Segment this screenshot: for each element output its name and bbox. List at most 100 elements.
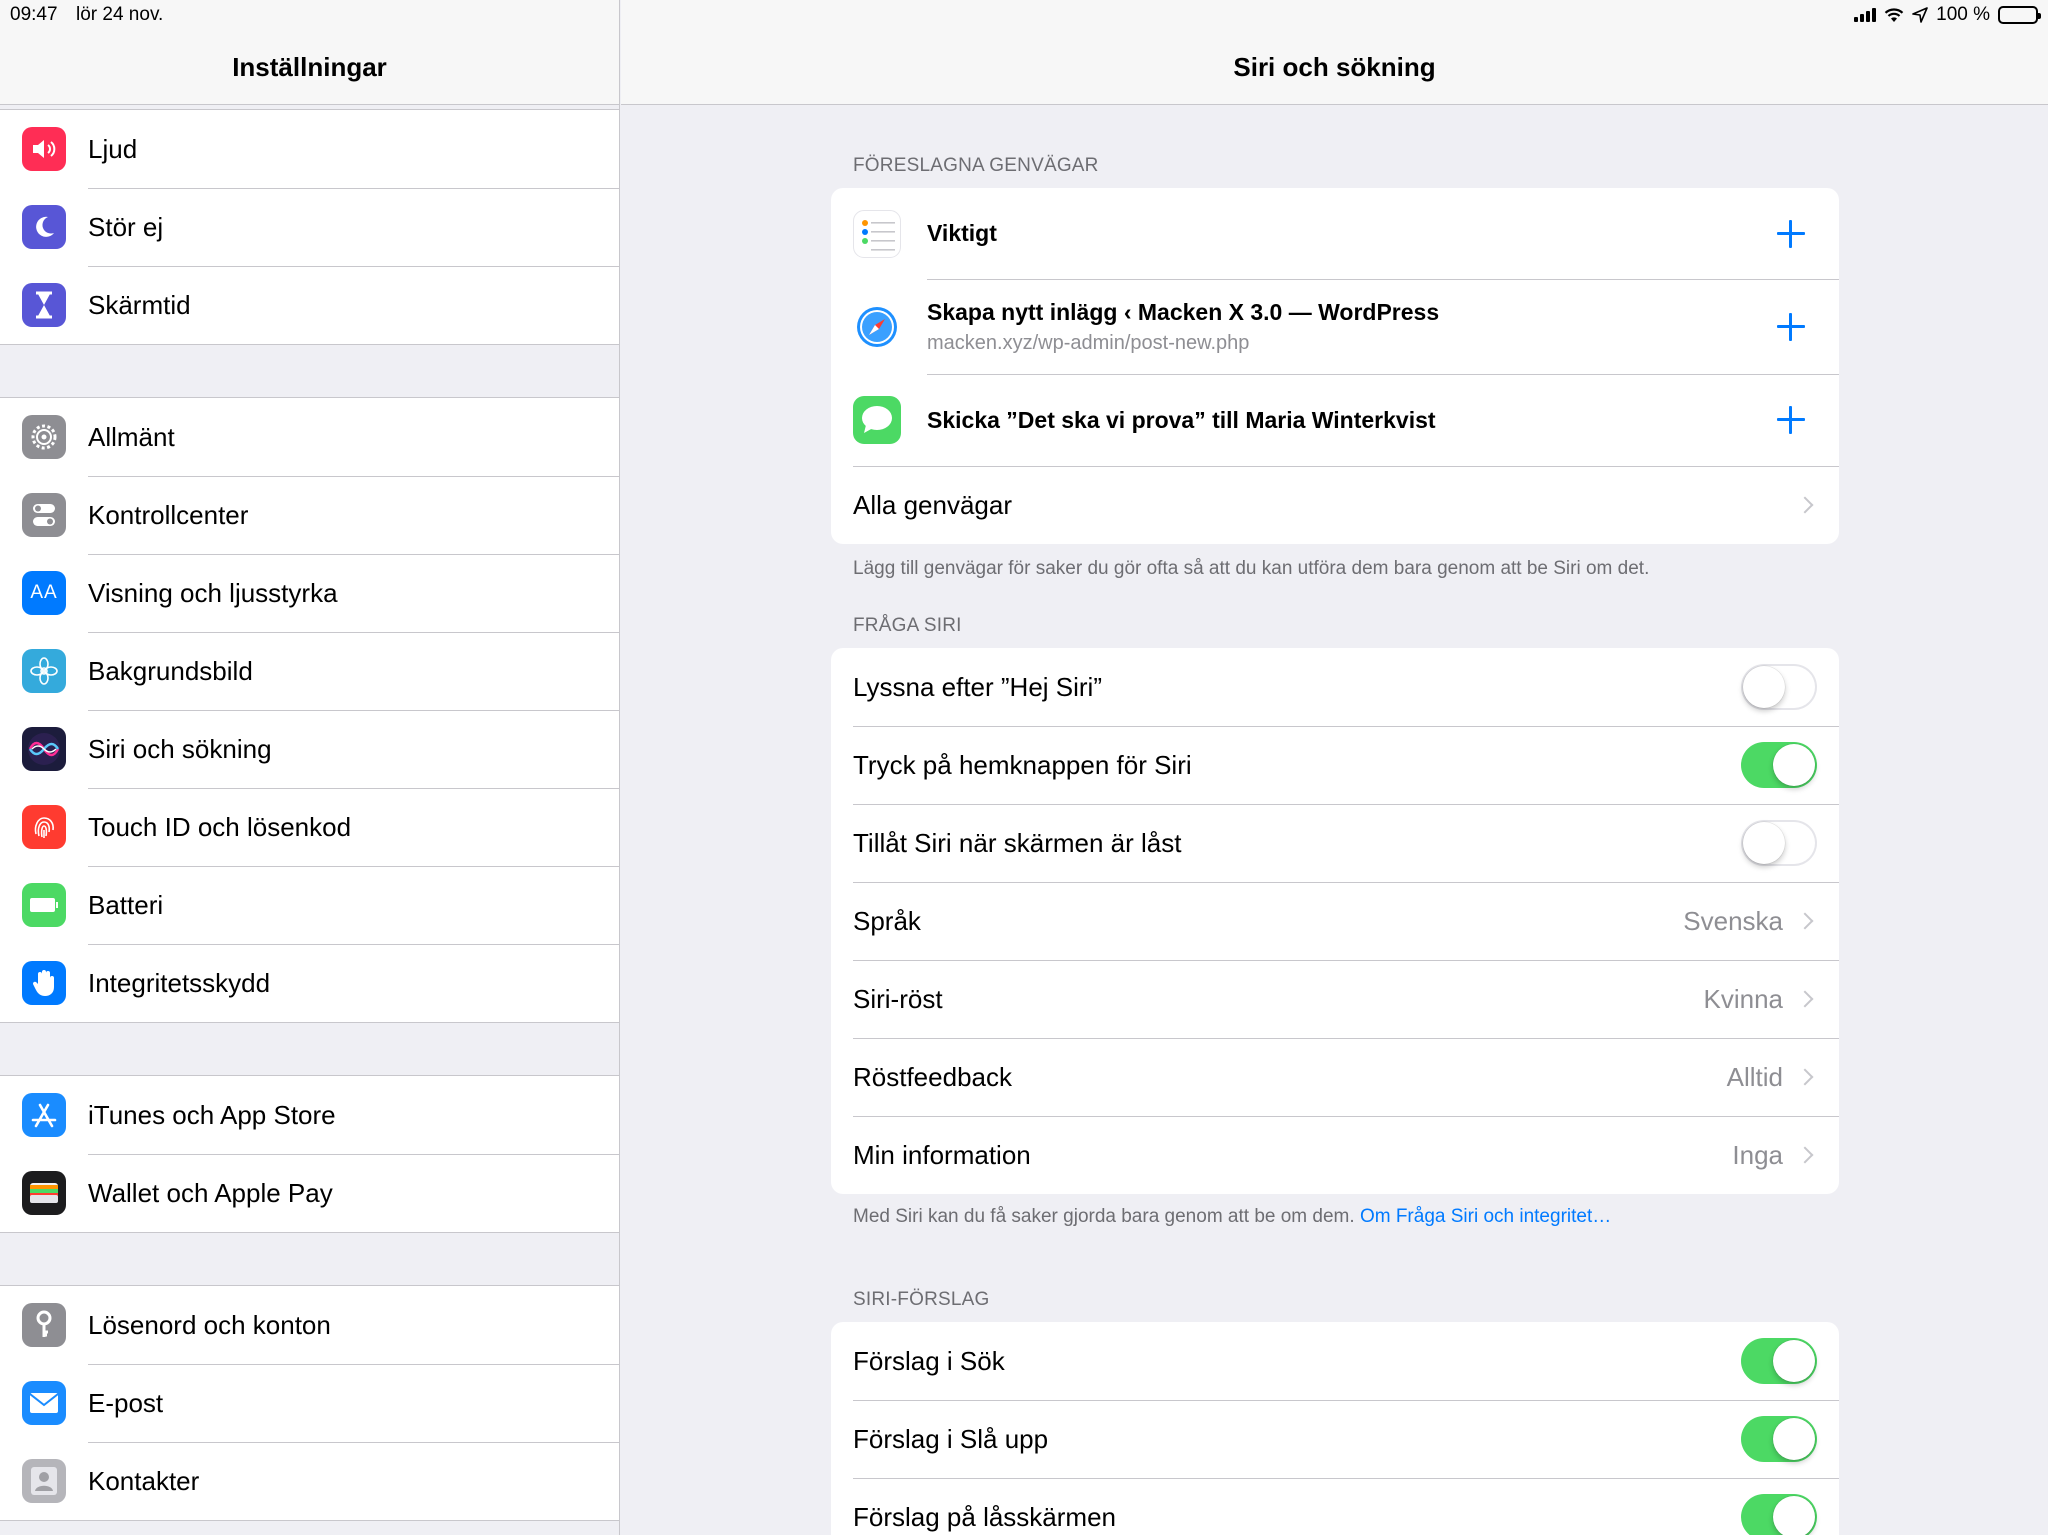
chevron-right-icon <box>1796 496 1814 514</box>
battery-icon <box>22 883 66 927</box>
sidebar-group: Allmänt Kontrollcenter AA Visning och ljuss… <box>0 397 619 1023</box>
sidebar-item[interactable]: Touch ID och lösenkod <box>0 788 619 866</box>
suggestions-lookup-label: Förslag i Slå upp <box>853 1423 1049 1454</box>
safari-icon <box>853 302 901 351</box>
voice-feedback-label: Röstfeedback <box>853 1061 1012 1092</box>
add-shortcut-plus-icon[interactable] <box>1777 406 1805 434</box>
fingerprint-icon <box>22 805 66 849</box>
siri-suggestions-card: Förslag i Sök Förslag i Slå upp Förslag … <box>831 1322 1839 1535</box>
hourglass-icon <box>22 283 66 327</box>
section-header-siri-suggestions: SIRI-FÖRSLAG <box>853 1289 990 1310</box>
detail-pane: Siri och sökning FÖRESLAGNA GENVÄGAR Vik… <box>621 0 2048 1535</box>
status-date: lör 24 nov. <box>76 4 164 25</box>
sidebar-group: Lösenord och konton E-post Kontakter <box>0 1285 619 1521</box>
all-shortcuts-label: Alla genvägar <box>853 489 1012 520</box>
sidebar-groups: Ljud Stör ej Skärmtid Allmänt Kontrollcenter… <box>0 105 619 1521</box>
sidebar-item-label: Stör ej <box>88 211 164 242</box>
shortcut-row-message[interactable]: Skicka ”Det ska vi prova” till Maria Win… <box>831 374 1839 466</box>
sidebar-item[interactable]: Kontakter <box>0 1442 619 1520</box>
shortcut-title: Skicka ”Det ska vi prova” till Maria Win… <box>927 406 1436 433</box>
status-time: 09:47 <box>10 4 58 25</box>
sidebar-item[interactable]: iTunes och App Store <box>0 1076 619 1154</box>
sidebar-item[interactable]: Wallet och Apple Pay <box>0 1154 619 1232</box>
suggestions-search-toggle[interactable] <box>1741 1338 1817 1384</box>
sidebar-item-label: E-post <box>88 1387 164 1418</box>
voice-feedback-row[interactable]: Röstfeedback Alltid <box>831 1038 1839 1116</box>
sidebar-item-label: Siri och sökning <box>88 733 272 764</box>
cellular-signal-icon <box>1854 8 1877 22</box>
sidebar-item-label: Touch ID och lösenkod <box>88 811 352 842</box>
locked-siri-toggle[interactable] <box>1741 820 1817 866</box>
locked-siri-row: Tillåt Siri när skärmen är låst <box>831 804 1839 882</box>
shortcut-text: Skapa nytt inlägg ‹ Macken X 3.0 — WordP… <box>927 299 1777 355</box>
siri-privacy-link[interactable]: Om Fråga Siri och integritet… <box>1360 1206 1611 1227</box>
suggestions-lookup-toggle[interactable] <box>1741 1416 1817 1462</box>
sidebar-item[interactable]: Stör ej <box>0 188 619 266</box>
sidebar-item[interactable]: E-post <box>0 1364 619 1442</box>
text-size-icon: AA <box>22 571 66 615</box>
my-info-row[interactable]: Min information Inga <box>831 1116 1839 1194</box>
shortcut-row-wordpress[interactable]: Skapa nytt inlägg ‹ Macken X 3.0 — WordP… <box>831 279 1839 374</box>
sidebar-item-label: Kontakter <box>88 1465 200 1496</box>
siri-voice-row[interactable]: Siri-röst Kvinna <box>831 960 1839 1038</box>
sidebar-item[interactable]: Bakgrundsbild <box>0 632 619 710</box>
sidebar-item-label: Allmänt <box>88 421 175 452</box>
flower-icon <box>22 649 66 693</box>
sidebar-item[interactable]: Skärmtid <box>0 266 619 344</box>
voice-feedback-value: Alltid <box>1726 1061 1783 1092</box>
sidebar-group: iTunes och App Store Wallet och Apple Pay <box>0 1075 619 1233</box>
sidebar-item[interactable]: Kontrollcenter <box>0 476 619 554</box>
home-button-label: Tryck på hemknappen för Siri <box>853 749 1192 780</box>
hey-siri-toggle[interactable] <box>1741 664 1817 710</box>
suggestions-lockscreen-toggle[interactable] <box>1741 1494 1817 1535</box>
ask-siri-footer: Med Siri kan du få saker gjorda bara gen… <box>853 1206 1833 1228</box>
chevron-right-icon <box>1796 912 1814 930</box>
sidebar-item[interactable]: Allmänt <box>0 398 619 476</box>
sidebar-item-label: Visning och ljusstyrka <box>88 577 338 608</box>
sidebar-item[interactable]: AA Visning och ljusstyrka <box>0 554 619 632</box>
sidebar-item-label: Integritetsskydd <box>88 967 271 998</box>
add-shortcut-plus-icon[interactable] <box>1777 219 1805 248</box>
sidebar-item-label: Skärmtid <box>88 289 191 320</box>
home-button-row: Tryck på hemknappen för Siri <box>831 726 1839 804</box>
sidebar-item-label: Ljud <box>88 133 138 164</box>
sidebar-group: Ljud Stör ej Skärmtid <box>0 109 619 345</box>
mail-icon <box>22 1381 66 1425</box>
my-info-value: Inga <box>1732 1139 1783 1170</box>
suggestions-search-label: Förslag i Sök <box>853 1345 1005 1376</box>
shortcuts-footer: Lägg till genvägar för saker du gör ofta… <box>853 558 1650 579</box>
sidebar-item[interactable]: Ljud <box>0 110 619 188</box>
sidebar-item-label: Kontrollcenter <box>88 499 249 530</box>
all-shortcuts-row[interactable]: Alla genvägar <box>831 466 1839 544</box>
suggestions-lockscreen-row: Förslag på låsskärmen <box>831 1478 1839 1535</box>
shortcut-text: Skicka ”Det ska vi prova” till Maria Win… <box>927 407 1777 434</box>
sidebar-item-label: Lösenord och konton <box>88 1309 331 1340</box>
sidebar-item[interactable]: Batteri <box>0 866 619 944</box>
ask-siri-card: Lyssna efter ”Hej Siri” Tryck på hemknap… <box>831 648 1839 1194</box>
home-button-toggle[interactable] <box>1741 742 1817 788</box>
language-row[interactable]: Språk Svenska <box>831 882 1839 960</box>
add-shortcut-plus-icon[interactable] <box>1777 312 1805 341</box>
suggestions-search-row: Förslag i Sök <box>831 1322 1839 1400</box>
section-header-shortcuts: FÖRESLAGNA GENVÄGAR <box>853 155 1099 176</box>
hand-icon <box>22 961 66 1005</box>
shortcut-title: Skapa nytt inlägg ‹ Macken X 3.0 — WordP… <box>927 298 1440 325</box>
status-right: 100 % <box>1854 4 2041 26</box>
hey-siri-row: Lyssna efter ”Hej Siri” <box>831 648 1839 726</box>
speaker-icon <box>22 127 66 171</box>
sidebar-item[interactable]: Integritetsskydd <box>0 944 619 1022</box>
shortcut-row-viktigt[interactable]: Viktigt <box>831 188 1839 279</box>
sidebar-item[interactable]: Siri och sökning <box>0 710 619 788</box>
language-label: Språk <box>853 905 921 936</box>
section-header-ask-siri: FRÅGA SIRI <box>853 615 962 636</box>
sidebar-item-label: Bakgrundsbild <box>88 655 253 686</box>
language-value: Svenska <box>1683 905 1783 936</box>
siri-icon <box>22 727 66 771</box>
wallet-icon <box>22 1171 66 1215</box>
sidebar-item[interactable]: Lösenord och konton <box>0 1286 619 1364</box>
siri-voice-value: Kvinna <box>1703 983 1784 1014</box>
siri-voice-label: Siri-röst <box>853 983 943 1014</box>
